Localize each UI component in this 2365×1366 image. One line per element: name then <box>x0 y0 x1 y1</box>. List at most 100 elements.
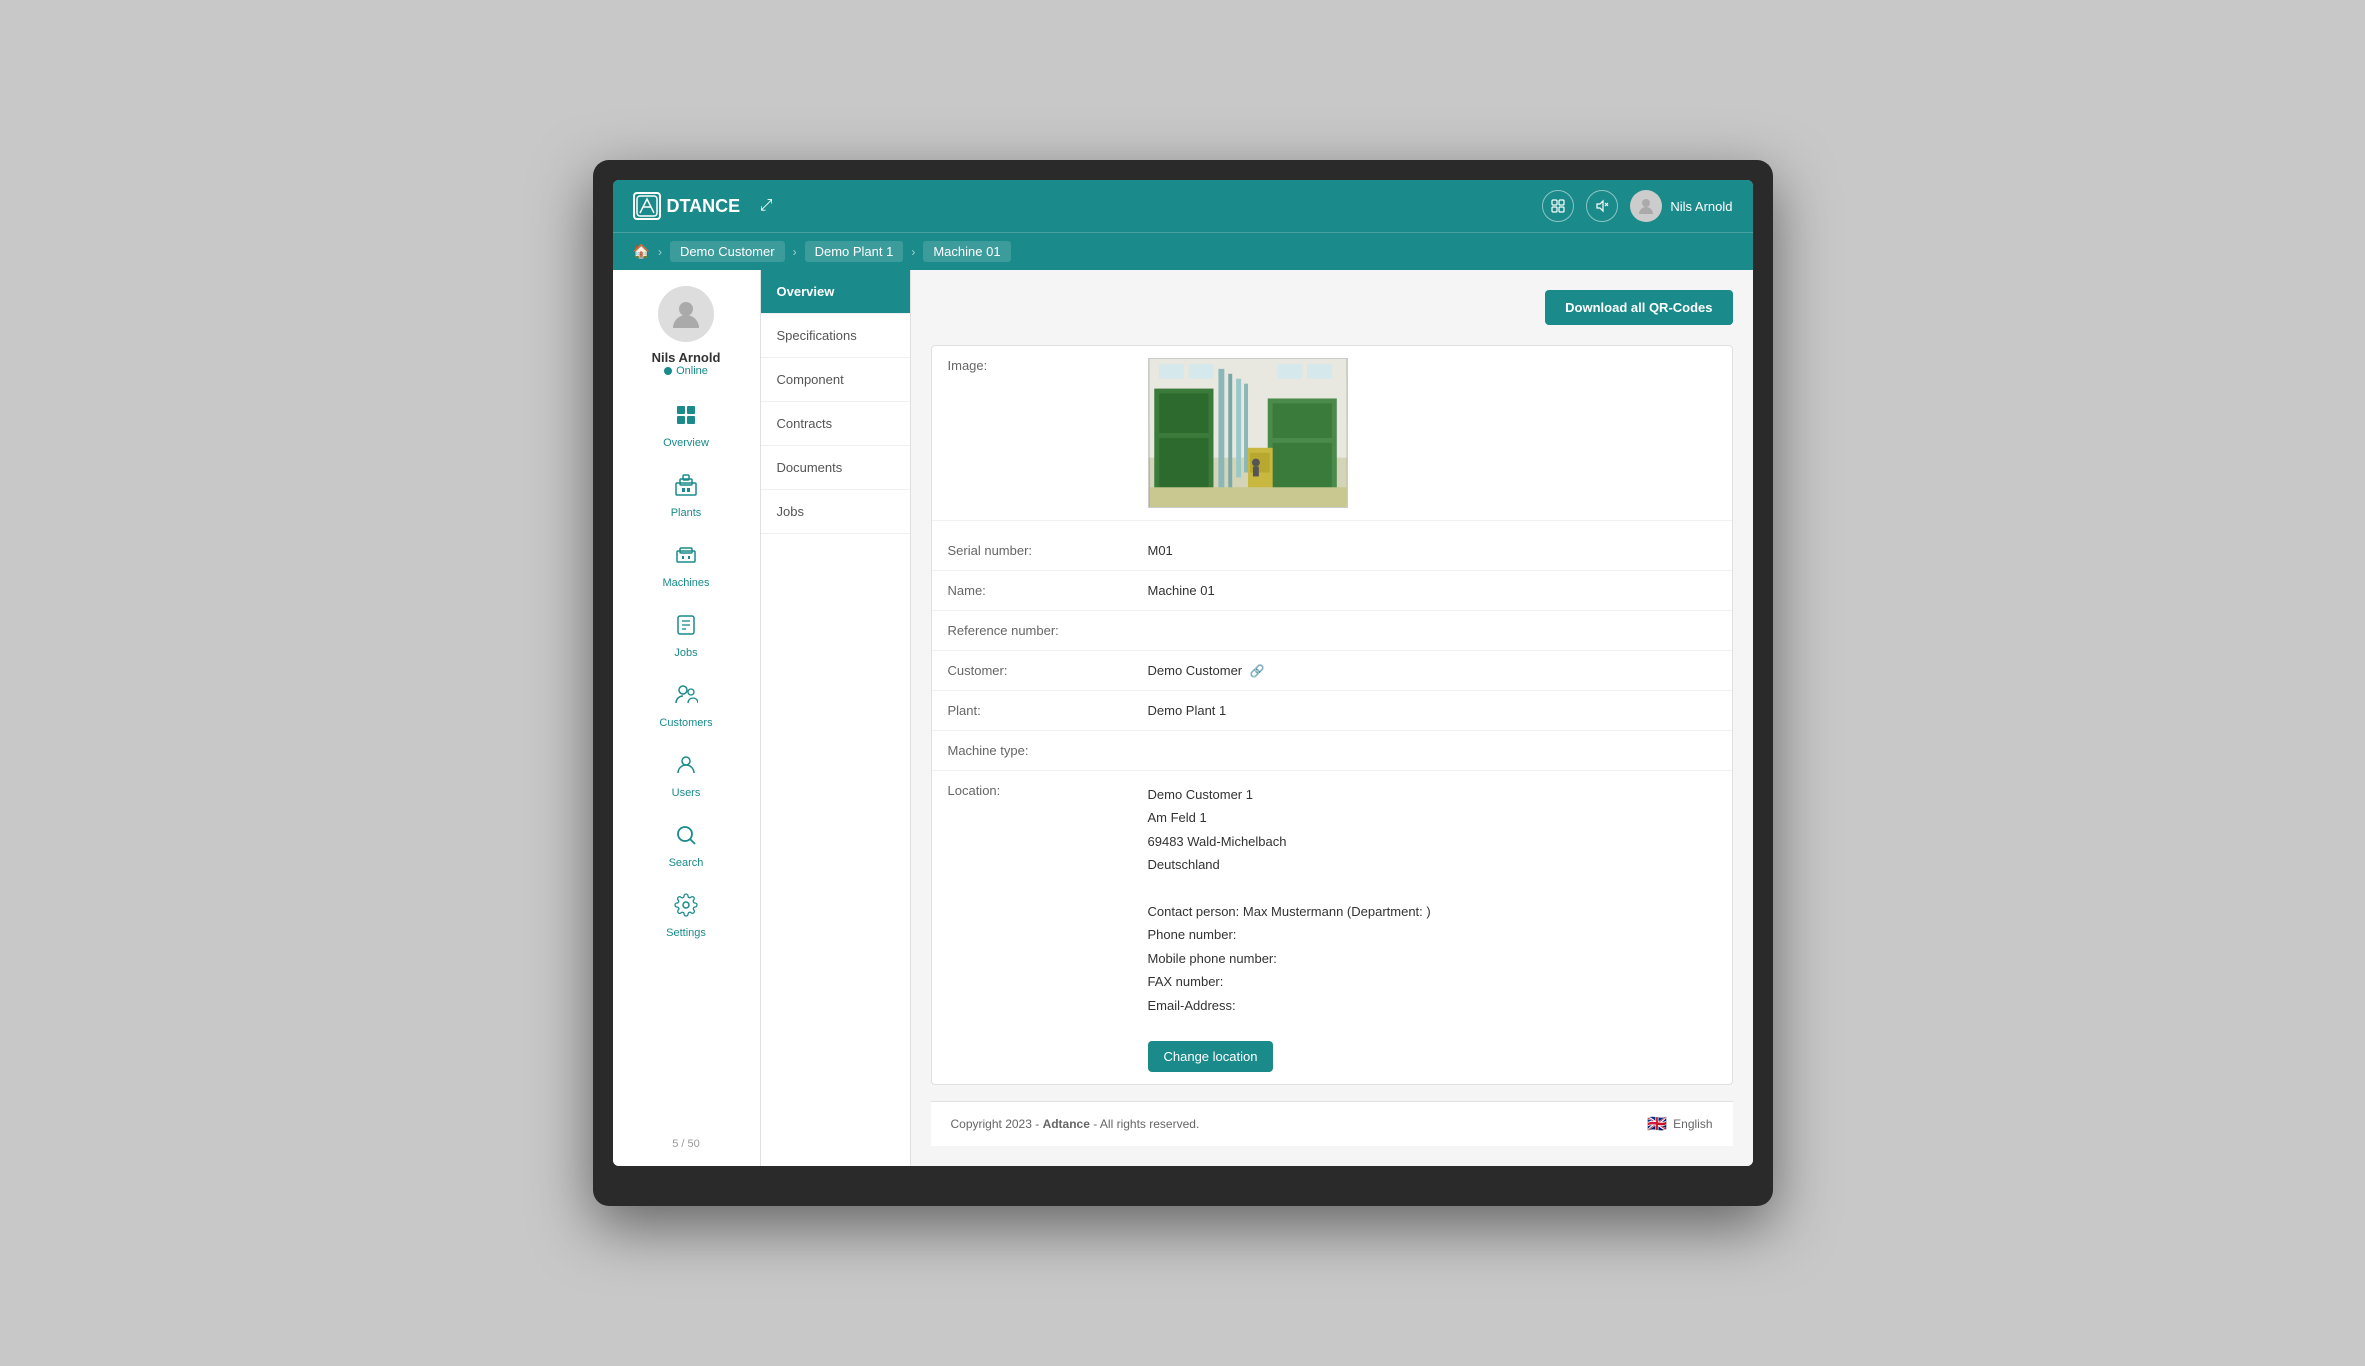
sidebar: Nils Arnold Online <box>613 270 761 1166</box>
flag-icon: 🇬🇧 <box>1647 1114 1667 1134</box>
sidebar-item-users[interactable]: Users <box>613 743 760 809</box>
top-bar-right: Nils Arnold <box>1542 190 1732 222</box>
page-indicator: 5 / 50 <box>672 1138 700 1150</box>
machine-type-label: Machine type: <box>948 743 1148 758</box>
search-icon <box>674 823 698 853</box>
content-area: Overview Specifications Component Contra… <box>761 270 1753 1166</box>
detail-row-machine-type: Machine type: <box>932 731 1732 771</box>
customer-link-icon[interactable]: 🔗 <box>1250 664 1265 678</box>
breadcrumb-home[interactable]: 🏠 <box>633 243 650 260</box>
download-qr-button[interactable]: Download all QR-Codes <box>1545 290 1732 325</box>
footer: Copyright 2023 - Adtance - All rights re… <box>931 1101 1733 1146</box>
machine-image <box>1148 358 1348 508</box>
left-nav-item-jobs[interactable]: Jobs <box>761 490 910 534</box>
left-nav-item-documents[interactable]: Documents <box>761 446 910 490</box>
copyright-text: Copyright 2023 - Adtance - All rights re… <box>951 1117 1200 1131</box>
jobs-icon <box>674 613 698 643</box>
location-phone: Phone number: <box>1148 923 1716 946</box>
plants-icon <box>674 473 698 503</box>
user-avatar-large <box>658 286 714 342</box>
breadcrumb-item-3[interactable]: Machine 01 <box>923 241 1010 262</box>
resize-icon-btn[interactable] <box>1542 190 1574 222</box>
detail-row-customer: Customer: Demo Customer 🔗 <box>932 651 1732 691</box>
top-bar: DTANCE ⤢ <box>613 180 1753 232</box>
sidebar-item-settings[interactable]: Settings <box>613 883 760 949</box>
footer-language[interactable]: 🇬🇧 English <box>1647 1114 1712 1134</box>
logo-icon <box>633 192 661 220</box>
detail-row-image: Image: <box>932 346 1732 521</box>
left-nav: Overview Specifications Component Contra… <box>761 270 911 1166</box>
detail-row-name: Name: Machine 01 <box>932 571 1732 611</box>
location-line-1: Demo Customer 1 <box>1148 783 1716 806</box>
reference-label: Reference number: <box>948 623 1148 638</box>
location-mobile: Mobile phone number: <box>1148 947 1716 970</box>
left-nav-item-overview[interactable]: Overview <box>761 270 910 314</box>
name-label: Name: <box>948 583 1148 598</box>
user-info: Nils Arnold <box>1630 190 1732 222</box>
location-contact: Contact person: Max Mustermann (Departme… <box>1148 900 1716 923</box>
footer-rights: - All rights reserved. <box>1093 1117 1199 1131</box>
location-block: Demo Customer 1 Am Feld 1 69483 Wald-Mic… <box>1148 783 1716 1072</box>
sidebar-item-plants[interactable]: Plants <box>613 463 760 529</box>
user-status: Online <box>664 365 708 377</box>
top-bar-left: DTANCE ⤢ <box>633 192 781 220</box>
serial-value: M01 <box>1148 543 1716 558</box>
sidebar-item-overview[interactable]: Overview <box>613 393 760 459</box>
users-icon <box>674 753 698 783</box>
left-nav-item-component[interactable]: Component <box>761 358 910 402</box>
name-value: Machine 01 <box>1148 583 1716 598</box>
main-layout: Nils Arnold Online <box>613 270 1753 1166</box>
machines-icon <box>674 543 698 573</box>
image-value <box>1148 358 1716 508</box>
location-line-4: Deutschland <box>1148 853 1716 876</box>
expand-icon[interactable]: ⤢ <box>752 192 780 220</box>
sidebar-item-search[interactable]: Search <box>613 813 760 879</box>
language-label: English <box>1673 1117 1712 1131</box>
sidebar-item-jobs[interactable]: Jobs <box>613 603 760 669</box>
plants-label: Plants <box>671 507 702 519</box>
detail-row-plant: Plant: Demo Plant 1 <box>932 691 1732 731</box>
mute-icon-btn[interactable] <box>1586 190 1618 222</box>
customer-name: Demo Customer <box>1148 663 1243 678</box>
left-nav-item-contracts[interactable]: Contracts <box>761 402 910 446</box>
sidebar-item-customers[interactable]: Customers <box>613 673 760 739</box>
left-nav-item-specifications[interactable]: Specifications <box>761 314 910 358</box>
location-value: Demo Customer 1 Am Feld 1 69483 Wald-Mic… <box>1148 783 1716 1072</box>
detail-table: Image: <box>931 345 1733 1085</box>
settings-icon <box>674 893 698 923</box>
status-dot <box>664 367 672 375</box>
change-location-wrapper: Change location <box>1148 1029 1716 1072</box>
overview-icon <box>674 403 698 433</box>
breadcrumb-sep-2: › <box>793 245 797 259</box>
jobs-label: Jobs <box>674 647 697 659</box>
customer-value: Demo Customer 🔗 <box>1148 663 1716 678</box>
user-section: Nils Arnold Online <box>652 286 721 377</box>
user-name-header: Nils Arnold <box>1670 199 1732 214</box>
breadcrumb-item-2[interactable]: Demo Plant 1 <box>805 241 904 262</box>
image-label: Image: <box>948 358 1148 373</box>
location-line-3: 69483 Wald-Michelbach <box>1148 830 1716 853</box>
detail-row-reference: Reference number: <box>932 611 1732 651</box>
sidebar-user-name: Nils Arnold <box>652 350 721 365</box>
avatar <box>1630 190 1662 222</box>
location-fax: FAX number: <box>1148 970 1716 993</box>
location-label: Location: <box>948 783 1148 798</box>
plant-value: Demo Plant 1 <box>1148 703 1716 718</box>
customer-label: Customer: <box>948 663 1148 678</box>
content-header: Download all QR-Codes <box>931 290 1733 325</box>
breadcrumb-sep-3: › <box>911 245 915 259</box>
user-status-label: Online <box>676 365 708 377</box>
sidebar-item-machines[interactable]: Machines <box>613 533 760 599</box>
customers-icon <box>674 683 698 713</box>
serial-label: Serial number: <box>948 543 1148 558</box>
location-email: Email-Address: <box>1148 994 1716 1017</box>
location-line-2: Am Feld 1 <box>1148 806 1716 829</box>
customers-label: Customers <box>659 717 712 729</box>
main-content: Download all QR-Codes Image: <box>911 270 1753 1166</box>
nav-items: Overview Plants <box>613 393 760 949</box>
screen: DTANCE ⤢ <box>613 180 1753 1166</box>
change-location-button[interactable]: Change location <box>1148 1041 1274 1072</box>
breadcrumb-item-1[interactable]: Demo Customer <box>670 241 785 262</box>
breadcrumb: 🏠 › Demo Customer › Demo Plant 1 › Machi… <box>613 232 1753 270</box>
overview-label: Overview <box>663 437 709 449</box>
